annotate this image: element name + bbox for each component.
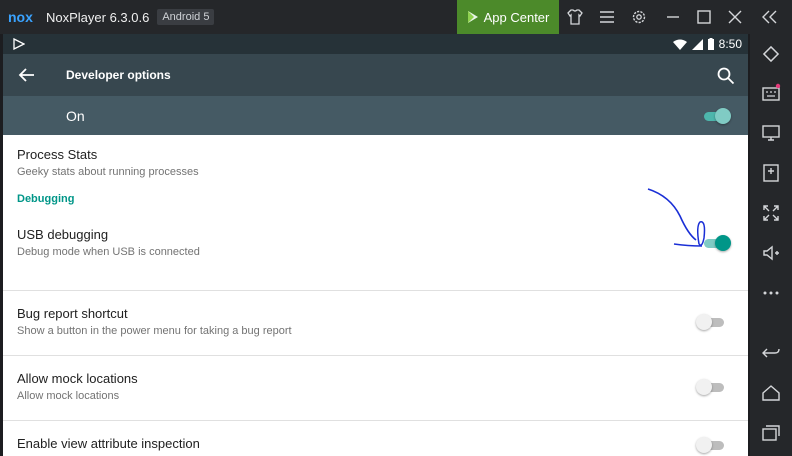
settings-list: Process Stats Geeky stats about running … <box>3 135 748 456</box>
page-title: Developer options <box>66 68 171 82</box>
bug-report-toggle[interactable] <box>696 313 726 331</box>
nox-side-toolbar <box>750 34 792 456</box>
play-store-notification-icon <box>13 38 25 50</box>
view-attribute-toggle[interactable] <box>696 436 726 454</box>
android-screen: 8:50 Developer options On Process Stats <box>3 34 748 456</box>
app-center-button[interactable]: App Center <box>457 0 559 34</box>
list-item-mock-locations[interactable]: Allow mock locations Allow mock location… <box>3 356 748 421</box>
play-store-icon <box>467 11 478 23</box>
process-stats-title: Process Stats <box>17 147 98 162</box>
android-version-badge: Android 5 <box>157 9 215 25</box>
usb-debugging-subtitle: Debug mode when USB is connected <box>17 246 200 258</box>
keyboard-icon[interactable] <box>761 83 781 103</box>
signal-icon <box>691 38 703 50</box>
process-stats-subtitle: Geeky stats about running processes <box>17 166 199 178</box>
list-item-usb-debugging[interactable]: USB debugging Debug mode when USB is con… <box>3 213 748 291</box>
master-switch-bar[interactable]: On <box>3 96 748 135</box>
back-icon[interactable] <box>761 343 781 363</box>
title-bar: nox NoxPlayer 6.3.0.6 Android 5 App Cent… <box>0 0 792 34</box>
nox-logo: nox <box>8 9 33 25</box>
search-icon[interactable] <box>716 66 736 86</box>
status-bar: 8:50 <box>3 34 748 54</box>
view-attribute-title: Enable view attribute inspection <box>17 436 200 451</box>
list-item-bug-report[interactable]: Bug report shortcut Show a button in the… <box>3 291 748 356</box>
list-item-process-stats[interactable]: Process Stats Geeky stats about running … <box>3 135 748 213</box>
mock-locations-subtitle: Allow mock locations <box>17 390 120 402</box>
close-icon[interactable] <box>725 7 745 27</box>
volume-icon[interactable] <box>761 243 781 263</box>
app-center-label: App Center <box>483 9 550 25</box>
master-toggle[interactable] <box>702 107 732 125</box>
mock-locations-title: Allow mock locations <box>17 371 138 386</box>
collapse-icon[interactable] <box>760 7 780 27</box>
gear-icon[interactable] <box>629 7 649 27</box>
usb-debugging-toggle[interactable] <box>702 234 732 252</box>
screen-icon[interactable] <box>761 123 781 143</box>
master-switch-label: On <box>66 107 85 124</box>
maximize-icon[interactable] <box>694 7 714 27</box>
mock-locations-toggle[interactable] <box>696 378 726 396</box>
debugging-category-header: Debugging <box>17 193 75 205</box>
minimize-icon[interactable] <box>663 7 683 27</box>
status-time: 8:50 <box>718 37 742 51</box>
app-bar: Developer options <box>3 54 748 96</box>
battery-icon <box>707 38 714 50</box>
fullscreen-icon[interactable] <box>761 203 781 223</box>
menu-icon[interactable] <box>597 7 617 27</box>
usb-debugging-title: USB debugging <box>17 227 109 242</box>
list-item-view-attribute[interactable]: Enable view attribute inspection <box>3 421 748 456</box>
home-icon[interactable] <box>761 383 781 403</box>
recents-icon[interactable] <box>761 423 781 443</box>
back-arrow-icon[interactable] <box>17 65 37 85</box>
shirt-icon[interactable] <box>565 7 585 27</box>
nox-window: nox NoxPlayer 6.3.0.6 Android 5 App Cent… <box>0 0 792 456</box>
apk-icon[interactable] <box>761 163 781 183</box>
more-icon[interactable] <box>761 283 781 303</box>
bug-report-title: Bug report shortcut <box>17 306 128 321</box>
rotate-icon[interactable] <box>761 44 781 64</box>
bug-report-subtitle: Show a button in the power menu for taki… <box>17 325 292 337</box>
app-name: NoxPlayer 6.3.0.6 <box>46 9 150 25</box>
svg-text:nox: nox <box>8 9 33 25</box>
wifi-icon <box>672 39 687 50</box>
